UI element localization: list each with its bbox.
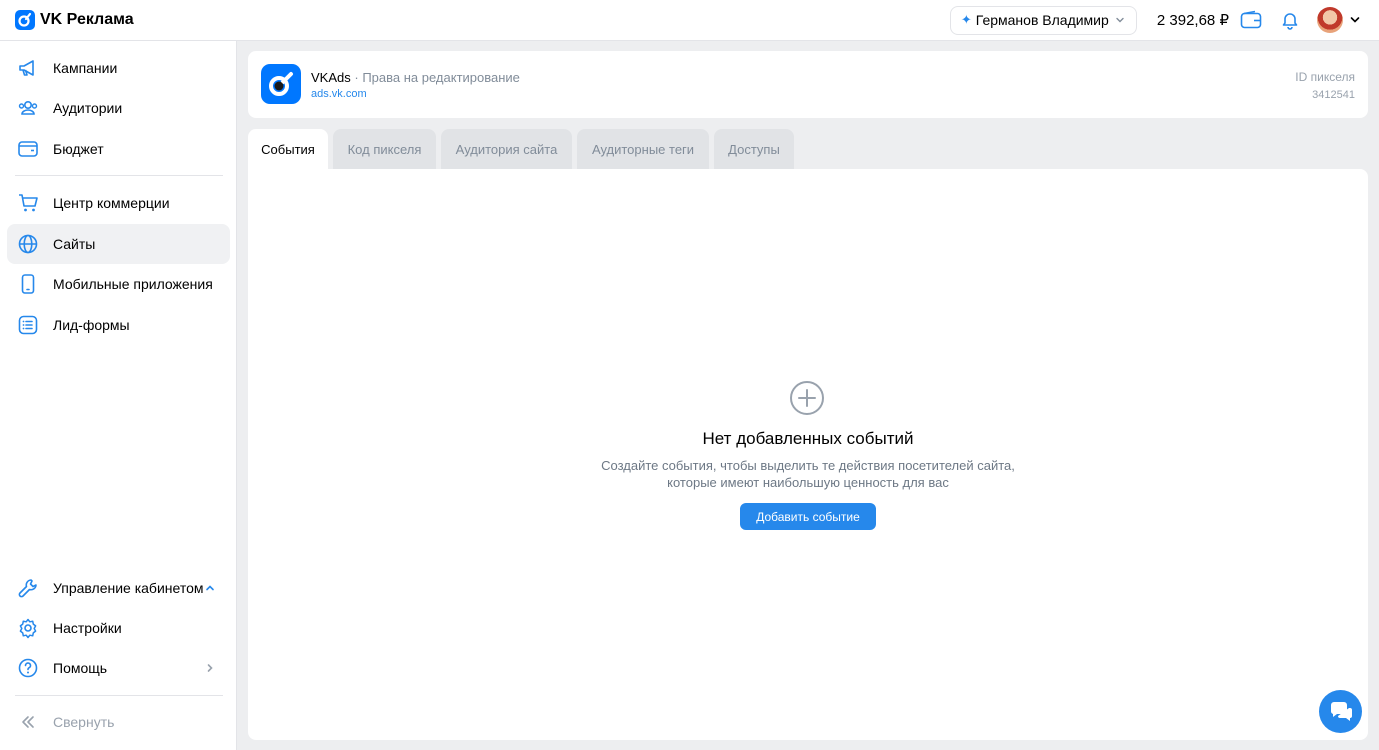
wallet-icon	[17, 138, 39, 160]
avatar[interactable]	[1317, 7, 1343, 33]
tab-pixel-code[interactable]: Код пикселя	[333, 129, 436, 169]
sidebar-item-lead-forms[interactable]: Лид-формы	[7, 305, 230, 345]
account-select[interactable]: ✦ Германов Владимир	[949, 5, 1137, 35]
empty-state-description: Создайте события, чтобы выделить те дейс…	[248, 457, 1368, 491]
site-app-icon	[261, 64, 301, 104]
site-title: VKAds · Права на редактирование	[311, 70, 520, 85]
events-panel: Нет добавленных событий Создайте события…	[248, 169, 1368, 740]
sidebar-item-help[interactable]: Помощь	[7, 648, 230, 688]
pixel-id-value: 3412541	[1312, 89, 1355, 101]
sidebar-item-label: Управление кабинетом	[53, 580, 204, 596]
balance: 2 392,68 ₽	[1156, 12, 1229, 29]
sidebar-item-account-management[interactable]: Управление кабинетом	[7, 568, 230, 608]
sidebar-item-campaigns[interactable]: Кампании	[7, 48, 230, 88]
tab-events[interactable]: События	[248, 129, 328, 169]
divider	[15, 695, 223, 696]
vk-ads-logo-icon	[15, 10, 35, 30]
divider	[15, 175, 223, 176]
add-circle-icon	[790, 381, 824, 415]
chevron-up-icon	[206, 585, 214, 591]
chevron-down-icon	[1116, 17, 1124, 23]
account-name: Германов Владимир	[975, 12, 1109, 28]
top-bar: VK Реклама ✦ Германов Владимир 2 392,68 …	[0, 0, 1379, 41]
support-chat-button[interactable]	[1319, 690, 1362, 733]
empty-state-description-line: которые имеют наибольшую ценность для ва…	[667, 475, 949, 490]
chat-icon	[1330, 701, 1352, 721]
sidebar-item-sites[interactable]: Сайты	[7, 224, 230, 264]
sidebar-item-audiences[interactable]: Аудитории	[7, 88, 230, 128]
list-icon	[17, 314, 39, 336]
sidebar-item-budget[interactable]: Бюджет	[7, 129, 230, 169]
bell-icon	[1282, 13, 1298, 30]
add-event-button[interactable]: Добавить событие	[740, 503, 876, 530]
phone-icon	[17, 273, 39, 295]
tab-audience-tags[interactable]: Аудиторные теги	[577, 129, 709, 169]
cart-icon	[17, 192, 39, 214]
chevron-right-icon	[207, 664, 213, 672]
chevron-down-icon[interactable]	[1349, 14, 1361, 26]
sidebar-collapse-button[interactable]: Свернуть	[7, 702, 230, 742]
sidebar-collapse-label: Свернуть	[53, 714, 115, 730]
sidebar-item-label: Бюджет	[53, 141, 104, 157]
wrench-icon	[17, 577, 39, 599]
sidebar-item-commerce[interactable]: Центр коммерции	[7, 183, 230, 223]
users-icon	[17, 97, 39, 119]
megaphone-icon	[17, 57, 39, 79]
help-icon	[17, 657, 39, 679]
sidebar-item-settings[interactable]: Настройки	[7, 608, 230, 648]
site-header-card: VKAds · Права на редактирование ads.vk.c…	[248, 51, 1368, 118]
tab-site-audience[interactable]: Аудитория сайта	[441, 129, 572, 169]
sidebar-item-label: Аудитории	[53, 100, 123, 116]
site-name: VKAds	[311, 70, 351, 85]
sparkle-icon: ✦	[960, 12, 972, 27]
sidebar-item-label: Настройки	[53, 620, 122, 636]
sidebar-item-label: Лид-формы	[53, 317, 130, 333]
empty-state-title: Нет добавленных событий	[702, 429, 914, 448]
sidebar-item-label: Кампании	[53, 60, 118, 76]
sidebar-item-label: Центр коммерции	[53, 195, 170, 211]
double-chevron-left-icon	[17, 711, 39, 733]
wallet-icon	[1240, 10, 1262, 29]
app-title: VK Реклама	[40, 11, 134, 28]
sidebar-item-label: Помощь	[53, 660, 108, 676]
gear-icon	[17, 617, 39, 639]
sidebar-item-mobile-apps[interactable]: Мобильные приложения	[7, 264, 230, 304]
globe-icon	[17, 233, 39, 255]
notifications-button[interactable]	[1278, 8, 1302, 32]
pixel-id-label: ID пикселя	[1295, 70, 1355, 84]
sidebar-item-label: Сайты	[53, 236, 96, 252]
wallet-button[interactable]	[1239, 8, 1263, 32]
sidebar: Кампании Аудитории Бюджет Центр коммерци…	[0, 41, 237, 750]
site-url-link[interactable]: ads.vk.com	[311, 88, 367, 100]
empty-state-description-line: Создайте события, чтобы выделить те дейс…	[601, 458, 1015, 473]
sidebar-item-label: Мобильные приложения	[53, 276, 213, 292]
logo[interactable]: VK Реклама	[15, 10, 134, 30]
tab-access[interactable]: Доступы	[714, 129, 794, 169]
site-permission: · Права на редактирование	[354, 70, 520, 85]
